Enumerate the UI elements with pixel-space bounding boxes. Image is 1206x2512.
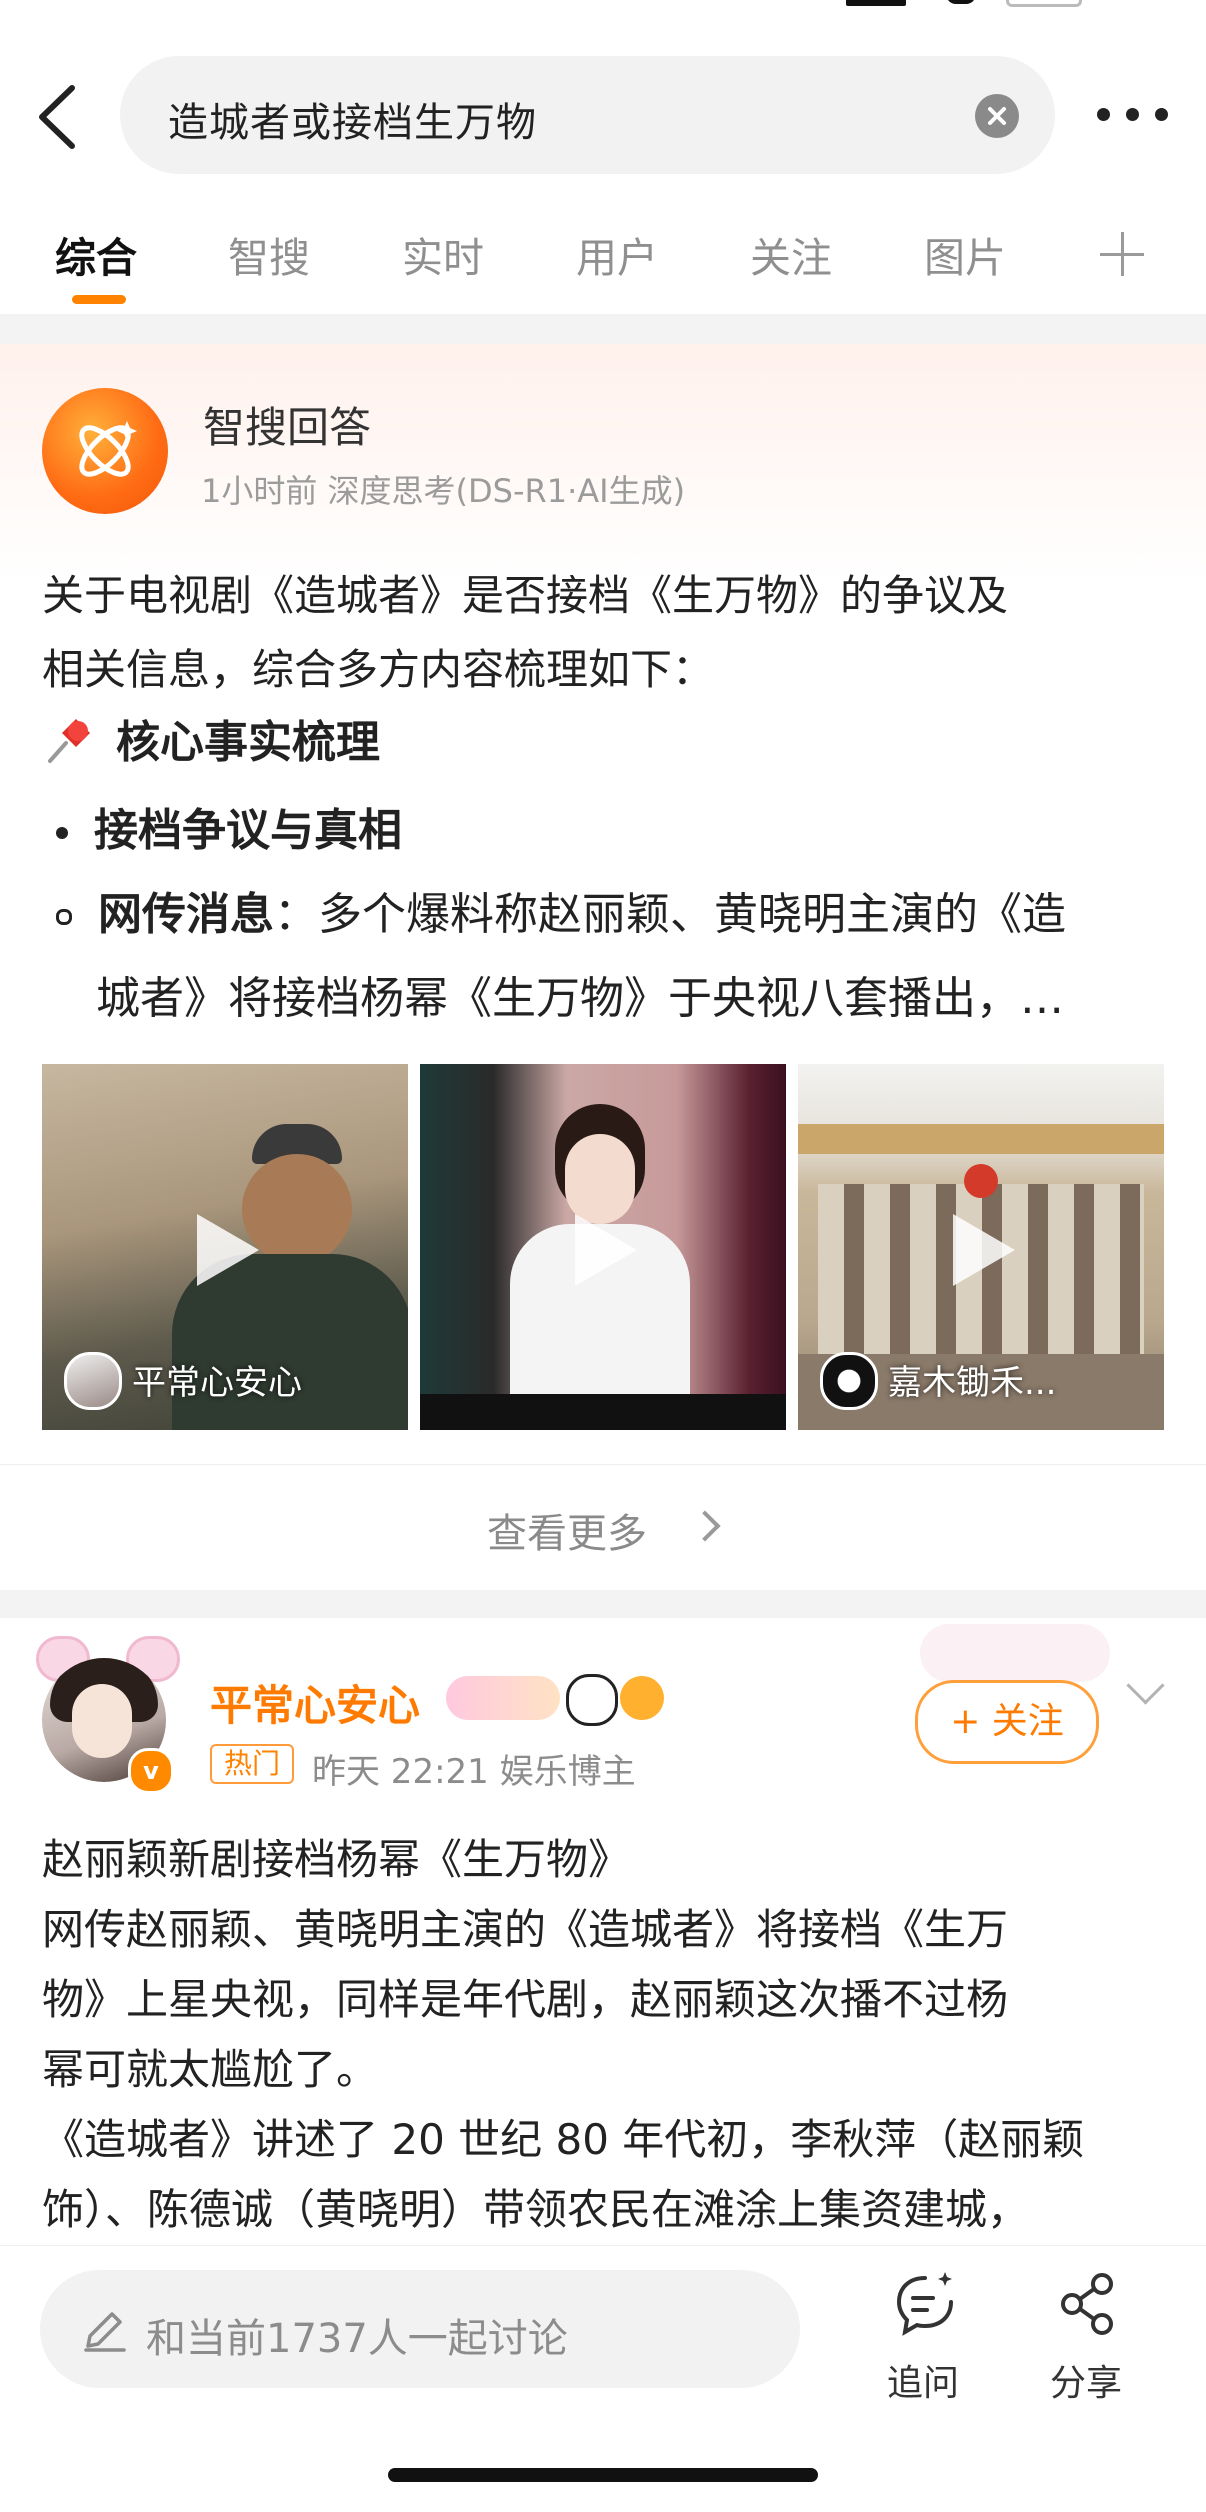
more-dot-icon [1126, 108, 1139, 121]
see-more-button[interactable]: 查看更多 [0, 1464, 1206, 1591]
post-text-line: 网传赵丽颖、黄晓明主演的《造城者》将接档《生万 [42, 1905, 1009, 1954]
ai-answer-card[interactable]: 智搜回答 1小时前 深度思考(DS-R1·AI生成) 关于电视剧《造城者》是否接… [0, 344, 1206, 1557]
bullet-item: 接档争议与真相 [56, 794, 402, 858]
status-icons [846, 0, 1096, 8]
face-shape [565, 1134, 635, 1224]
ai-search-logo-icon [42, 388, 168, 514]
video-thumbnail[interactable]: 平常心安心 [42, 1064, 408, 1430]
play-icon [197, 1214, 259, 1286]
bottom-bar: 和当前1737人一起讨论 追问 分享 [0, 2245, 1206, 2512]
clear-search-button[interactable] [975, 94, 1019, 138]
wifi-icon [946, 0, 976, 4]
section-heading: 核心事实梳理 [42, 706, 380, 770]
verified-badge-icon: v [128, 1748, 174, 1794]
ask-button[interactable]: 追问 [863, 2266, 983, 2404]
post-text-line: 幂可就太尴尬了。 [42, 2045, 379, 2094]
section-divider [0, 314, 1206, 344]
post-text-line: 饰）、陈德诚（黄晓明）带领农民在滩涂上集资建城， [42, 2185, 1030, 2234]
follow-button[interactable]: + 关注 [915, 1680, 1099, 1764]
ask-label: 追问 [886, 2363, 959, 2404]
author-name[interactable]: 平常心安心 [210, 1672, 420, 1733]
thumbnail-caption: 平常心安心 [132, 1363, 302, 1403]
close-icon [988, 107, 1006, 125]
tab-comprehensive[interactable]: 综合 [55, 224, 137, 284]
see-more-label: 查看更多 [487, 1511, 647, 1557]
avatar [820, 1352, 878, 1410]
search-input[interactable]: 造城者或接档生万物 [120, 56, 1055, 174]
back-button[interactable] [30, 82, 90, 152]
share-button[interactable]: 分享 [1026, 2266, 1146, 2404]
ai-intro-line: 相关信息，综合多方内容梳理如下： [42, 645, 715, 694]
tab-following[interactable]: 关注 [750, 224, 832, 284]
user-badges [446, 1670, 676, 1726]
share-icon [1061, 2273, 1113, 2335]
emblem-icon [964, 1164, 998, 1198]
thumbnail-caption: 嘉木锄禾... [888, 1363, 1057, 1403]
back-arrow-icon [39, 85, 75, 149]
sub-bullet-circle-icon [56, 909, 72, 925]
more-dot-icon [1097, 108, 1110, 121]
panda-badge-icon [566, 1674, 618, 1726]
chevron-right-icon [689, 1510, 721, 1542]
section-divider [0, 1590, 1206, 1618]
play-icon [575, 1214, 637, 1286]
more-dot-icon [1155, 108, 1168, 121]
section-heading-text: 核心事实梳理 [116, 717, 380, 768]
tab-smart-search[interactable]: 智搜 [228, 224, 310, 284]
tab-images[interactable]: 图片 [924, 224, 1006, 284]
fish-badge-icon [620, 1676, 664, 1720]
post-text-line: 物》上星央视，同样是年代剧，赵丽颖这次播不过杨 [42, 1975, 1009, 2024]
post-text-line: 《造城者》讲述了 20 世纪 80 年代初，李秋萍（赵丽颖 [42, 2115, 1085, 2164]
add-tab-icon[interactable] [1100, 232, 1144, 276]
more-options-button[interactable] [1093, 104, 1173, 128]
search-query: 造城者或接档生万物 [168, 100, 537, 146]
ai-answer-title: 智搜回答 [203, 403, 372, 452]
comment-input[interactable]: 和当前1737人一起讨论 [40, 2270, 800, 2388]
battery-icon [1006, 0, 1082, 7]
follow-decoration [920, 1624, 1110, 1682]
sub-bullet-text: ：多个爆料称赵丽颖、黄晓明主演的《造 [274, 889, 1066, 940]
status-bar [0, 0, 1206, 30]
search-tabs: 综合 智搜 实时 用户 关注 图片 [0, 212, 1206, 312]
chat-question-icon [896, 2272, 953, 2336]
active-tab-indicator [72, 295, 126, 304]
sub-bullet-continuation: 城者》将接档杨幂《生万物》于央视八套播出，… [96, 973, 1064, 1024]
sub-bullet-label: 网传消息 [98, 889, 274, 940]
comment-placeholder: 和当前1737人一起讨论 [146, 2316, 568, 2362]
sub-bullet-item: 网传消息：多个爆料称赵丽颖、黄晓明主演的《造 [56, 878, 1066, 942]
video-thumbnail[interactable] [420, 1064, 786, 1430]
roof-band [798, 1124, 1164, 1154]
bullet-text: 接档争议与真相 [94, 805, 402, 856]
ai-intro-line: 关于电视剧《造城者》是否接档《生万物》的争议及 [42, 571, 1009, 620]
post-text-line: 赵丽颖新剧接档杨幂《生万物》 [42, 1835, 631, 1884]
home-indicator[interactable] [388, 2468, 818, 2482]
pushpin-icon [48, 719, 90, 763]
pencil-icon [84, 2312, 126, 2352]
video-bar [420, 1394, 786, 1430]
ai-answer-meta: 1小时前 深度思考(DS-R1·AI生成) [201, 472, 686, 510]
post-meta: 昨天 22:21 娱乐博主 [312, 1752, 636, 1792]
share-label: 分享 [1049, 2363, 1122, 2404]
video-thumbnail[interactable]: 嘉木锄禾... [798, 1064, 1164, 1430]
tab-users[interactable]: 用户 [576, 224, 658, 284]
tab-realtime[interactable]: 实时 [402, 224, 484, 284]
play-icon [953, 1214, 1015, 1286]
avatar [64, 1352, 122, 1410]
hot-badge: 热门 [210, 1744, 294, 1784]
bullet-dot-icon [56, 827, 68, 839]
face-shape [72, 1684, 132, 1758]
chevron-down-icon[interactable] [1126, 1666, 1165, 1705]
vip-badge-icon [446, 1676, 560, 1720]
signal-icon [846, 0, 906, 6]
